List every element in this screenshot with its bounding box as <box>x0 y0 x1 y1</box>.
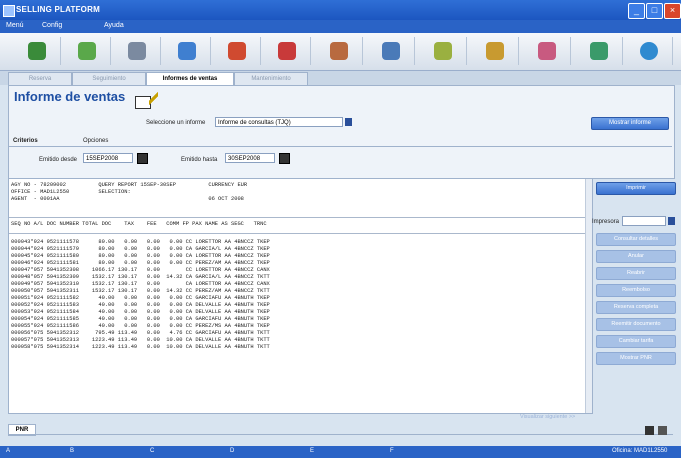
reissue-document-button[interactable]: Reemitir documento <box>596 318 676 331</box>
office-status: Oficina: MAD1L2550 <box>612 448 668 454</box>
divider <box>9 233 592 234</box>
title-bar: SELLING PLATFORM _ □ × <box>0 0 681 20</box>
bottom-panel <box>8 434 673 443</box>
table-row[interactable]: 000051*924 9521111582 40.00 0.00 0.00 0.… <box>11 295 270 301</box>
to-date-input[interactable]: 30SEP2008 <box>225 153 275 163</box>
close-button[interactable]: × <box>664 3 681 19</box>
report-header-line: OFFICE - MAD1L2550 SELECTION: <box>11 189 131 195</box>
menu-item-menu[interactable]: Menú <box>6 22 24 29</box>
maximize-button[interactable]: □ <box>646 3 663 19</box>
help-icon[interactable] <box>626 37 673 65</box>
printer-select[interactable] <box>622 216 666 226</box>
flight-icon[interactable] <box>114 37 161 65</box>
select-report-label: Seleccione un informe <box>146 120 206 126</box>
from-date-input[interactable]: 15SEP2008 <box>83 153 133 163</box>
edit-icon[interactable] <box>524 37 571 65</box>
tab-booking[interactable]: Reserva <box>8 72 72 85</box>
table-row[interactable]: 000056*075 5941352312 795.49 113.49 0.00… <box>11 330 270 336</box>
criteria-tab[interactable]: Criterios <box>13 138 38 144</box>
table-row[interactable]: 000057*075 5941352313 1223.49 113.49 0.0… <box>11 337 270 343</box>
tools-icon[interactable] <box>420 37 467 65</box>
window-title: SELLING PLATFORM <box>16 5 100 14</box>
from-label: Emitido desde <box>39 157 78 163</box>
status-bar: A B C D E F Oficina: MAD1L2550 <box>0 446 681 458</box>
tab-maintenance[interactable]: Mantenimiento <box>234 72 308 85</box>
globe-icon[interactable] <box>14 37 61 65</box>
person-icon[interactable] <box>264 37 311 65</box>
report-column-header: SEQ NO A/L DOC NUMBER TOTAL DOC TAX FEE … <box>11 221 267 227</box>
reopen-button[interactable]: Reabrir <box>596 267 676 280</box>
table-row[interactable]: 000053*924 9521111584 40.00 0.00 0.00 0.… <box>11 309 270 315</box>
menu-item-help[interactable]: Ayuda <box>104 22 124 29</box>
show-report-button[interactable]: Mostrar informe <box>591 117 669 130</box>
status-area-c[interactable]: C <box>150 448 154 454</box>
full-booking-button[interactable]: Reserva completa <box>596 301 676 314</box>
consult-details-button[interactable]: Consultar detalles <box>596 233 676 246</box>
table-row[interactable]: 000043*924 9521111578 80.00 0.00 0.00 0.… <box>11 239 270 245</box>
criteria-tabs: Criterios Opciones <box>9 136 672 147</box>
car-icon[interactable] <box>164 37 211 65</box>
table-row[interactable]: 000054*924 9521111585 40.00 0.00 0.00 0.… <box>11 316 270 322</box>
page-title: Informe de ventas <box>14 89 126 104</box>
pencil-icon <box>149 92 158 105</box>
report-header-line: AGY NO - 78209002 QUERY REPORT 15SEP-30S… <box>11 182 248 188</box>
minimize-button[interactable]: _ <box>628 3 645 19</box>
status-area-d[interactable]: D <box>230 448 234 454</box>
change-fare-button[interactable]: Cambiar tarifa <box>596 335 676 348</box>
tab-tracking[interactable]: Seguimiento <box>72 72 146 85</box>
status-area-e[interactable]: E <box>310 448 314 454</box>
options-tab[interactable]: Opciones <box>83 138 108 144</box>
toolbar <box>0 33 681 71</box>
print-button[interactable]: Imprimir <box>596 182 676 195</box>
table-row[interactable]: 000044*924 9521111579 80.00 0.00 0.00 0.… <box>11 246 270 252</box>
table-row[interactable]: 000047*057 5941352308 1066.17 130.17 0.0… <box>11 267 270 273</box>
book-icon[interactable] <box>576 37 623 65</box>
chevron-down-icon[interactable] <box>668 217 675 225</box>
status-area-f[interactable]: F <box>390 448 394 454</box>
next-page-link[interactable]: Visualizar siguiente >> <box>520 414 575 420</box>
table-row[interactable]: 000045*924 9521111580 80.00 0.00 0.00 0.… <box>11 253 270 259</box>
support-icon[interactable] <box>316 37 363 65</box>
document-icon[interactable] <box>368 37 415 65</box>
table-row[interactable]: 000055*924 9521111586 40.00 0.00 0.00 0.… <box>11 323 270 329</box>
table-row[interactable]: 000050*057 5941352311 1532.17 130.17 0.0… <box>11 288 270 294</box>
vertical-scrollbar[interactable] <box>585 179 592 413</box>
table-row[interactable]: 000046*924 9521111581 80.00 0.00 0.00 0.… <box>11 260 270 266</box>
status-area-b[interactable]: B <box>70 448 74 454</box>
status-area-a[interactable]: A <box>6 448 10 454</box>
ticket-icon[interactable] <box>64 37 111 65</box>
calendar-icon[interactable] <box>137 153 148 164</box>
divider <box>9 217 592 218</box>
void-button[interactable]: Anular <box>596 250 676 263</box>
main-tabs: Reserva Seguimiento Informes de ventas M… <box>0 71 681 85</box>
copy-icon[interactable] <box>645 426 654 435</box>
show-pnr-button[interactable]: Mostrar PNR <box>596 352 676 365</box>
action-sidebar: Imprimir Impresora Consultar detalles An… <box>592 178 680 412</box>
report-form-panel: Informe de ventas Seleccione un informe … <box>8 85 675 179</box>
bookmark-icon[interactable] <box>472 37 519 65</box>
tab-sales-reports[interactable]: Informes de ventas <box>146 72 234 85</box>
app-icon <box>3 5 15 17</box>
calendar-icon[interactable] <box>279 153 290 164</box>
chevron-down-icon[interactable] <box>345 118 352 126</box>
refund-button[interactable]: Reembolso <box>596 284 676 297</box>
table-row[interactable]: 000058*075 5941352314 1223.49 113.49 0.0… <box>11 344 270 350</box>
table-row[interactable]: 000048*057 5941352309 1532.17 130.17 0.0… <box>11 274 270 280</box>
report-select[interactable]: Informe de consultas (TJQ) <box>215 117 343 127</box>
table-row[interactable]: 000049*057 5941352310 1532.17 130.17 0.0… <box>11 281 270 287</box>
hotel-icon[interactable] <box>214 37 261 65</box>
report-header-line: AGENT - 0001AA 06 OCT 2008 <box>11 196 244 202</box>
table-row[interactable]: 000052*924 9521111583 40.00 0.00 0.00 0.… <box>11 302 270 308</box>
menu-item-config[interactable]: Config <box>42 22 62 29</box>
to-label: Emitido hasta <box>181 157 218 163</box>
paste-icon[interactable] <box>658 426 667 435</box>
printer-label: Impresora <box>592 219 620 225</box>
menu-bar: Menú Config Ayuda <box>0 20 681 33</box>
report-output: AGY NO - 78209002 QUERY REPORT 15SEP-30S… <box>8 178 593 414</box>
